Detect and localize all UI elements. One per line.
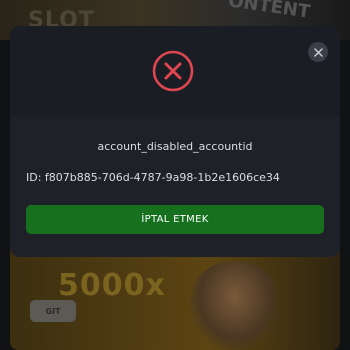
cancel-button[interactable]: İPTAL ETMEK [26,205,324,234]
background-banner-button: GIT [30,300,76,322]
error-dialog: account_disabled_accountid ID: f807b885-… [10,26,340,257]
account-id-text: ID: f807b885-706d-4787-9a98-1b2e1606ce34 [26,171,280,184]
background-banner-multiplier: 5000x [58,268,166,303]
close-icon [313,47,323,57]
close-button[interactable] [308,42,328,62]
error-x-circle-icon [152,50,194,92]
background-character-image [190,262,280,350]
error-message: account_disabled_accountid [97,140,253,153]
